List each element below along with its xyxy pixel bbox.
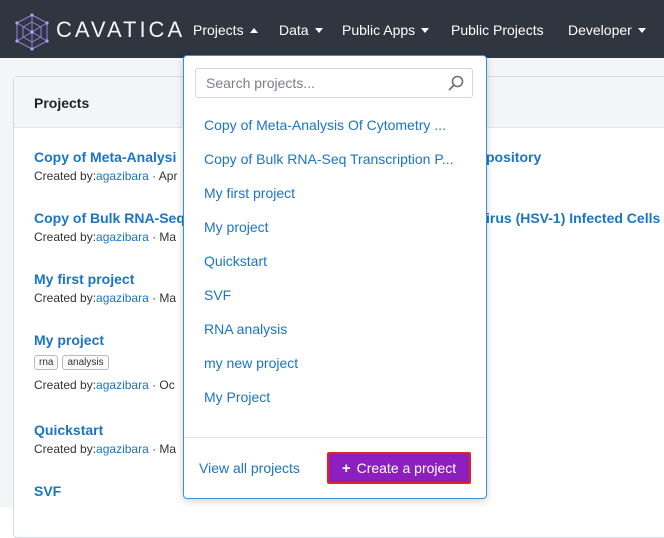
project-date: · Ma — [148, 291, 177, 305]
plus-icon: + — [341, 459, 351, 477]
project-meta: Created by:agazibara · Ma — [34, 442, 176, 456]
create-project-button[interactable]: + Create a project — [327, 452, 471, 484]
project-owner-link[interactable]: agazibara — [96, 291, 149, 305]
project-meta: Created by:agazibara · Apr — [34, 169, 177, 183]
project-title-link[interactable]: Copy of Bulk RNA-Seq — [34, 210, 185, 226]
cavatica-logo-icon[interactable] — [12, 12, 52, 52]
menu-item-project[interactable]: RNA analysis — [184, 316, 462, 350]
caret-down-icon — [421, 28, 430, 33]
created-by-label: Created by: — [34, 442, 97, 456]
project-owner-link[interactable]: agazibara — [96, 442, 149, 456]
menu-item-project[interactable]: Quickstart — [184, 248, 462, 282]
nav-public-apps-label: Public Apps — [342, 22, 416, 38]
project-date: · Ma — [148, 442, 177, 456]
project-date: · Apr — [148, 169, 178, 183]
project-tags: rna analysis — [34, 355, 175, 370]
project-card: Quickstart Created by:agazibara · Ma — [34, 422, 176, 456]
project-search-box — [195, 68, 473, 98]
project-card: My project rna analysis Created by:agazi… — [34, 332, 175, 392]
project-title-link[interactable]: Quickstart — [34, 422, 176, 438]
search-icon[interactable] — [448, 75, 464, 91]
project-card: Copy of Bulk RNA-Seq Created by:agazibar… — [34, 210, 185, 244]
project-meta: Created by:agazibara · Ma — [34, 230, 185, 244]
project-card: SVF — [34, 483, 61, 499]
view-all-projects-link[interactable]: View all projects — [199, 460, 300, 476]
project-card: Copy of Meta-Analysi Created by:agazibar… — [34, 149, 177, 183]
created-by-label: Created by: — [34, 291, 97, 305]
project-title-overflow[interactable]: irus (HSV-1) Infected Cells — [486, 210, 660, 226]
tag-rna[interactable]: rna — [34, 355, 59, 370]
caret-down-icon — [314, 28, 323, 33]
nav-developer[interactable]: Developer — [568, 22, 646, 38]
tag-analysis[interactable]: analysis — [62, 355, 109, 370]
project-menu-list: Copy of Meta-Analysis Of Cytometry ... C… — [184, 112, 486, 418]
top-nav-bar: CAVATICA Projects Data Public Apps Publi… — [0, 0, 664, 58]
menu-item-project[interactable]: Copy of Bulk RNA-Seq Transcription P... — [184, 146, 462, 180]
project-title-link[interactable]: My project — [34, 332, 175, 348]
project-date: · Oc — [148, 378, 175, 392]
menu-item-project[interactable]: My project — [184, 214, 462, 248]
nav-developer-label: Developer — [568, 22, 632, 38]
project-title-link[interactable]: My first project — [34, 271, 176, 287]
create-project-label: Create a project — [356, 460, 457, 476]
created-by-label: Created by: — [34, 378, 97, 392]
created-by-label: Created by: — [34, 169, 97, 183]
menu-item-project[interactable]: My first project — [184, 180, 462, 214]
project-owner-link[interactable]: agazibara — [96, 230, 149, 244]
project-meta: Created by:agazibara · Oc — [34, 378, 175, 392]
project-date: · Ma — [148, 230, 177, 244]
project-card: My first project Created by:agazibara · … — [34, 271, 176, 305]
nav-public-projects-label: Public Projects — [451, 22, 544, 38]
brand-name[interactable]: CAVATICA — [56, 17, 185, 43]
caret-down-icon — [637, 28, 646, 33]
menu-item-project[interactable]: My Project — [184, 384, 462, 418]
created-by-label: Created by: — [34, 230, 97, 244]
nav-projects[interactable]: Projects — [193, 22, 258, 38]
nav-data-label: Data — [279, 22, 309, 38]
menu-item-project[interactable]: my new project — [184, 350, 462, 384]
projects-dropdown-menu: Copy of Meta-Analysis Of Cytometry ... C… — [183, 55, 487, 499]
nav-public-projects[interactable]: Public Projects — [451, 22, 544, 38]
menu-divider — [184, 437, 486, 438]
project-title-overflow[interactable]: pository — [486, 149, 541, 165]
project-owner-link[interactable]: agazibara — [96, 169, 149, 183]
projects-panel-title: Projects — [34, 95, 90, 111]
project-owner-link[interactable]: agazibara — [96, 378, 149, 392]
menu-item-project[interactable]: Copy of Meta-Analysis Of Cytometry ... — [184, 112, 462, 146]
nav-projects-label: Projects — [193, 22, 244, 38]
project-meta: Created by:agazibara · Ma — [34, 291, 176, 305]
project-title-link[interactable]: SVF — [34, 483, 61, 499]
nav-data[interactable]: Data — [279, 22, 323, 38]
menu-item-project[interactable]: SVF — [184, 282, 462, 316]
caret-up-icon — [249, 28, 258, 33]
project-title-link[interactable]: Copy of Meta-Analysi — [34, 149, 177, 165]
nav-public-apps[interactable]: Public Apps — [342, 22, 430, 38]
project-search-input[interactable] — [196, 69, 456, 97]
